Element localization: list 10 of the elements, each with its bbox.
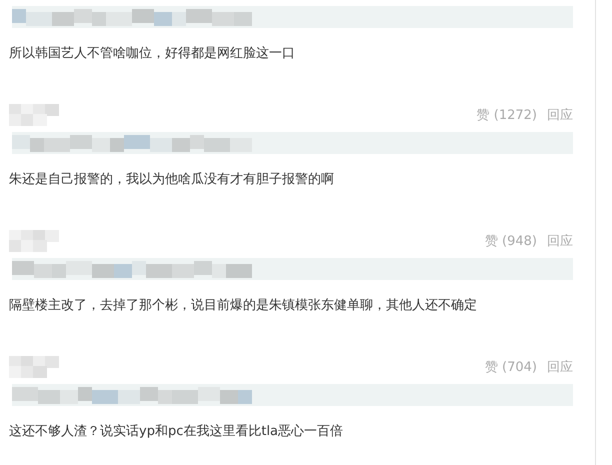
reply-link[interactable]: 回应	[547, 106, 573, 124]
reply-link[interactable]: 回应	[547, 232, 573, 250]
reply-link[interactable]: 回应	[547, 358, 573, 376]
like-link[interactable]: 赞 (948)	[484, 232, 537, 250]
comment-text: 朱还是自己报警的，我以为他啥瓜没有才有胆子报警的啊	[9, 171, 335, 189]
comment-text: 这还不够人渣？说实话yp和pc在我这里看比tla恶心一百倍	[9, 423, 344, 441]
like-link[interactable]: 赞 (1272)	[476, 106, 537, 124]
like-link[interactable]: 赞 (704)	[484, 358, 537, 376]
comment-text: 所以韩国艺人不管啥咖位，好得都是网红脸这一口	[9, 45, 296, 63]
comment-text: 隔壁楼主改了，去掉了那个彬，说目前爆的是朱镇模张东健单聊，其他人还不确定	[9, 297, 478, 315]
